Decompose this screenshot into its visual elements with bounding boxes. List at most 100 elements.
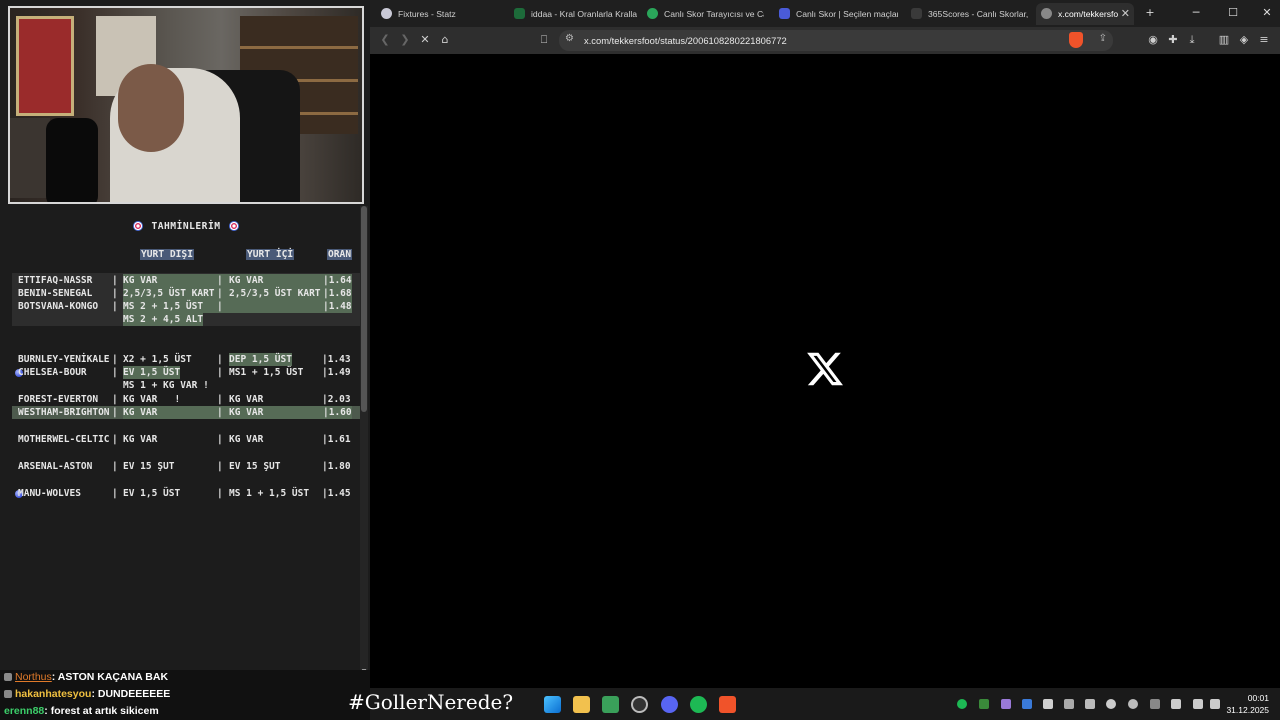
- statz-favicon-icon: [381, 8, 392, 19]
- odds-value: 1.60: [328, 407, 352, 418]
- separator: |: [217, 434, 223, 445]
- pick-yurt-disi: MS 2 + 4,5 ALT: [123, 313, 204, 326]
- tray-discord-icon[interactable]: [1043, 699, 1053, 709]
- chat-username: hakanhatesyou: [15, 688, 92, 700]
- separator: |: [112, 394, 118, 405]
- pick-yurt-disi: KG VAR: [123, 406, 218, 419]
- wallet-icon[interactable]: ◈: [1236, 32, 1252, 48]
- chat-message: Northus: ASTON KAÇANA BAK: [4, 671, 168, 687]
- system-clock[interactable]: 00:01 31.12.2025: [1226, 692, 1269, 716]
- match-name: BOTSVANA-KONGO: [18, 301, 99, 312]
- minimize-icon[interactable]: ─: [1188, 5, 1204, 21]
- discord-icon[interactable]: [661, 696, 678, 713]
- close-tab-icon[interactable]: ✕: [1121, 3, 1130, 25]
- new-tab-button[interactable]: +: [1142, 5, 1158, 21]
- pick-yurt-ici: KG VAR: [229, 434, 264, 445]
- tab-canli-skor-secilen[interactable]: Canlı Skor | Seçilen maçlar iç: [774, 3, 898, 25]
- separator: |: [112, 461, 118, 472]
- tray-settings-icon[interactable]: [1128, 699, 1138, 709]
- vpn-icon[interactable]: ◉: [1145, 32, 1161, 48]
- odds: |1.43: [322, 354, 351, 365]
- pick-yurt-disi: EV 1,5 ÜST: [123, 366, 181, 379]
- chat-badge-icon: [4, 673, 12, 682]
- tab-label: Canlı Skor | Seçilen maçlar iç: [796, 9, 898, 19]
- pick-yurt-ici: MS 1 + 1,5 ÜST: [229, 488, 310, 499]
- microphone-icon[interactable]: [1171, 699, 1181, 709]
- target-icon: [228, 221, 239, 231]
- tray-cloud-icon[interactable]: [1150, 699, 1160, 709]
- obs-icon[interactable]: [631, 696, 648, 713]
- tab-label: Fixtures - Statz: [398, 9, 456, 19]
- sidebar-icon[interactable]: ▥: [1216, 32, 1232, 48]
- match-name: WESTHAM-BRIGHTON: [18, 407, 110, 418]
- tray-bluetooth-icon[interactable]: [1022, 699, 1032, 709]
- tray-usb-icon[interactable]: [1064, 699, 1074, 709]
- column-header-yurt-ici: YURT İÇİ: [246, 249, 295, 260]
- pick-yurt-disi: X2 + 1,5 ÜST: [123, 354, 192, 365]
- bookmark-icon[interactable]: ⎕: [536, 32, 552, 48]
- separator: |: [112, 288, 118, 299]
- forward-icon[interactable]: ❯: [397, 32, 413, 48]
- share-icon[interactable]: ⇪: [1099, 33, 1107, 44]
- match-name: CHELSEA-BOUR: [18, 367, 87, 378]
- separator: |: [217, 354, 223, 365]
- extensions-icon[interactable]: ✚: [1165, 32, 1181, 48]
- webcam-feed: [8, 6, 364, 204]
- odds: |1.48: [322, 300, 352, 313]
- separator: |: [217, 274, 229, 287]
- chat-badge-icon: [4, 690, 12, 699]
- menu-icon[interactable]: ≡: [1256, 32, 1272, 48]
- tray-controller-icon[interactable]: [1085, 699, 1095, 709]
- back-icon[interactable]: ❮: [377, 32, 393, 48]
- spotify-icon[interactable]: [690, 696, 707, 713]
- address-bar[interactable]: ⚙ x.com/tekkersfoot/status/2006108280221…: [559, 30, 1113, 51]
- predictions-header: TAHMİNLERİM: [12, 221, 360, 232]
- tab-x-com[interactable]: x.com/tekkersfo ✕: [1036, 3, 1134, 25]
- predictions-panel: TAHMİNLERİM YURT DIŞI YURT İÇİ ORAN ETTI…: [12, 206, 360, 662]
- predictions-scrollbar[interactable]: ▼: [360, 206, 368, 676]
- stop-loading-icon[interactable]: ✕: [417, 32, 433, 48]
- pick-yurt-ici: EV 15 ŞUT: [229, 461, 281, 472]
- tab-365scores[interactable]: 365Scores - Canlı Skorlar, S: [906, 3, 1028, 25]
- prediction-row: MS 2 + 4,5 ALT: [12, 313, 360, 326]
- maximize-icon[interactable]: ☐: [1225, 5, 1241, 21]
- volume-icon[interactable]: [1210, 699, 1220, 709]
- prediction-row: MS 1 + KG VAR !: [12, 379, 360, 392]
- odds: |1.80: [322, 461, 351, 472]
- tab-fixtures-statz[interactable]: Fixtures - Statz: [376, 3, 504, 25]
- brave-taskbar-icon[interactable]: [719, 696, 736, 713]
- network-icon[interactable]: [1193, 699, 1203, 709]
- stream-overlay-panel: TAHMİNLERİM YURT DIŞI YURT İÇİ ORAN ETTI…: [0, 0, 370, 720]
- downloads-icon[interactable]: ⤓: [1184, 32, 1200, 48]
- site-info-icon[interactable]: ⚙: [565, 33, 574, 44]
- tray-steam-icon[interactable]: [1106, 699, 1116, 709]
- iddaa-favicon-icon: [514, 8, 525, 19]
- separator: |: [112, 354, 118, 365]
- mackolik-favicon-icon: [779, 8, 790, 19]
- canli-skor-favicon-icon: [647, 8, 658, 19]
- prediction-row: WESTHAM-BRIGHTON | KG VAR | KG VAR |1.60: [12, 406, 360, 419]
- scrollbar-thumb[interactable]: [361, 206, 367, 412]
- tray-nvidia-icon[interactable]: [979, 699, 989, 709]
- odds: |1.61: [322, 434, 351, 445]
- brave-shields-icon[interactable]: [1069, 32, 1083, 48]
- pick-yurt-disi: KG VAR !: [123, 394, 181, 405]
- tab-canli-skor-tarayici[interactable]: Canlı Skor Tarayıcısı ve Canlı: [642, 3, 764, 25]
- tray-spotify-icon[interactable]: [957, 699, 967, 709]
- pick-yurt-disi: 2,5/3,5 ÜST KART: [123, 287, 218, 300]
- tab-iddaa[interactable]: iddaa - Kral Oranlarla Kralla: [509, 3, 637, 25]
- file-explorer-icon[interactable]: [573, 696, 590, 713]
- pick-yurt-disi: EV 1,5 ÜST: [123, 488, 181, 499]
- chat-overlay: Northus: ASTON KAÇANA BAK hakanhatesyou:…: [0, 670, 370, 720]
- odds-value: 1.64: [328, 275, 352, 286]
- odds-value: 1.45: [327, 488, 351, 499]
- match-name: BENIN-SENEGAL: [18, 288, 93, 299]
- tray-pen-icon[interactable]: [1001, 699, 1011, 709]
- close-window-icon[interactable]: ✕: [1259, 5, 1275, 21]
- webcam-poster: [16, 16, 74, 116]
- url-text: x.com/tekkersfoot/status/200610828022180…: [584, 35, 787, 46]
- notepad-icon[interactable]: [602, 696, 619, 713]
- start-icon[interactable]: [544, 696, 561, 713]
- home-icon[interactable]: ⌂: [437, 32, 453, 48]
- chat-text: : DUNDEEEEEE: [91, 688, 171, 700]
